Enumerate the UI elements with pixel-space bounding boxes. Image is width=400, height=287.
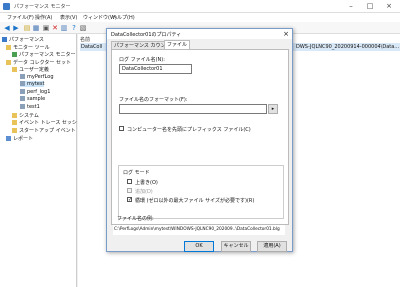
tree-node-mytest[interactable]: mytest (20, 81, 45, 87)
tree-node-performance[interactable]: パフォーマンス (2, 36, 44, 43)
collector-set-icon (20, 81, 25, 86)
app-icon (3, 3, 10, 10)
tree-node-data-collector-sets[interactable]: データ コレクター セット (6, 59, 71, 66)
view-icon[interactable]: ▧ (79, 24, 87, 32)
log-file-name-label: ログ ファイル名(N): (119, 57, 165, 63)
maximize-button[interactable]: □ (361, 1, 379, 11)
folder-icon (6, 45, 11, 50)
file-name-format-field[interactable] (119, 104, 267, 114)
menu-bar: ファイル(F) 操作(A) 表示(V) ウィンドウ(W) ヘルプ(H) (0, 13, 400, 22)
folder-icon (12, 67, 17, 72)
menu-view[interactable]: 表示(V) (60, 14, 77, 21)
report-icon (6, 136, 11, 141)
file-name-format-label: ファイル名のフォーマット(F): (119, 97, 188, 103)
tree-node-label: パフォーマンス (9, 37, 44, 43)
close-button[interactable]: × (380, 1, 398, 11)
collector-set-icon (20, 96, 25, 101)
tree-node-sample[interactable]: sample (20, 96, 45, 102)
menu-action[interactable]: 操作(A) (35, 14, 52, 21)
tab-panel-file: ログ ファイル名(N): DataCollector01 ファイル名のフォーマッ… (111, 49, 289, 225)
column-header-name[interactable]: 名前 (80, 36, 90, 43)
list-item-output: DWS-JQLNC90_20200914-000004\Data... (296, 44, 400, 50)
dialog-title: DataCollector01のプロパティ (111, 32, 182, 38)
prefix-computer-name-checkbox[interactable] (119, 126, 124, 131)
folder-icon (12, 113, 17, 118)
tree-node-reports[interactable]: レポート (6, 135, 33, 142)
tree-node-label: パフォーマンス モニター (19, 52, 76, 58)
dialog-close-icon[interactable]: × (283, 29, 289, 39)
tree-node-label: myPerfLog (27, 74, 54, 80)
tab-file[interactable]: ファイル (164, 40, 191, 49)
file-path-example-value: C:\PerfLogs\Admin\mytest\WINDOWS-JQLNC90… (113, 225, 285, 235)
folder-up-icon[interactable]: ▤ (23, 24, 31, 32)
folder-icon (12, 128, 17, 133)
tree-node-myperflog[interactable]: myPerfLog (20, 74, 54, 80)
dialog-title-bar: DataCollector01のプロパティ × (107, 29, 292, 39)
tree-node-label: ユーザー定義 (19, 67, 49, 73)
tree-node-performance-monitor[interactable]: パフォーマンス モニター (12, 51, 76, 58)
tree-node-label: sample (27, 96, 46, 102)
tree-node-system[interactable]: システム (12, 112, 39, 119)
log-mode-group: ログ モード 上書き(O) 追加(D) ✓ 循環 (ゼロ以外の最大ファイル サイ… (118, 165, 284, 219)
tree-node-label: レポート (13, 136, 34, 142)
properties-icon[interactable]: ▣ (42, 24, 50, 32)
tree-node-user-defined[interactable]: ユーザー定義 (12, 66, 49, 73)
tree-node-label: test1 (27, 104, 40, 110)
help-icon[interactable]: ? (70, 24, 78, 32)
tree-node-perf-log1[interactable]: perf_log1 (20, 89, 50, 95)
menu-file[interactable]: ファイル(F) (7, 14, 34, 21)
collector-set-icon (20, 74, 25, 79)
title-bar: パフォーマンス モニター – □ × (0, 0, 400, 13)
overwrite-label: 上書き(O) (135, 180, 158, 186)
log-file-name-field[interactable]: DataCollector01 (119, 64, 192, 74)
overwrite-checkbox[interactable] (127, 179, 132, 184)
append-checkbox[interactable] (127, 188, 132, 193)
tree-node-label: perf_log1 (27, 89, 51, 95)
forward-icon[interactable]: ▶ (12, 24, 20, 32)
circular-checkbox[interactable]: ✓ (127, 197, 132, 203)
refresh-icon[interactable]: ▥ (60, 24, 68, 32)
log-mode-label: ログ モード (123, 170, 150, 176)
back-icon[interactable]: ◀ (3, 24, 11, 32)
tree-node-label: mytest (27, 81, 45, 87)
minimize-button[interactable]: – (342, 1, 360, 11)
folder-icon (12, 120, 17, 125)
ok-button[interactable]: OK (184, 241, 214, 252)
chart-icon (12, 52, 17, 57)
performance-icon (2, 37, 7, 42)
show-hide-tree-icon[interactable]: ▦ (32, 24, 40, 32)
delete-icon[interactable]: ✕ (51, 24, 59, 32)
tree-node-event-trace-sessions[interactable]: イベント トレース セッション (12, 119, 87, 126)
list-item-name: DataColl (81, 44, 103, 50)
properties-dialog: DataCollector01のプロパティ × パフォーマンス カウンター ファ… (106, 28, 293, 252)
file-path-example-label: ファイル名の例: (117, 216, 154, 222)
window-title: パフォーマンス モニター (14, 4, 71, 10)
circular-label: 循環 (ゼロ以外の最大ファイル サイズが必要です)(R) (135, 198, 255, 204)
apply-button[interactable]: 適用(A) (257, 241, 287, 252)
folder-icon (6, 60, 11, 65)
cancel-button[interactable]: キャンセル (221, 241, 251, 252)
append-label: 追加(D) (135, 189, 153, 195)
navigation-tree: パフォーマンス モニター ツール パフォーマンス モニター データ コレクター … (0, 34, 92, 287)
tree-node-label: イベント トレース セッション (19, 120, 87, 126)
prefix-computer-name-label: コンピューター名を先頭にプレフィックス ファイル(C) (127, 127, 251, 133)
tree-node-monitor-tools[interactable]: モニター ツール (6, 44, 50, 51)
collector-set-icon (20, 104, 25, 109)
tree-node-test1[interactable]: test1 (20, 104, 40, 110)
menu-help[interactable]: ヘルプ(H) (112, 14, 135, 21)
format-options-button[interactable]: ▸ (268, 104, 278, 114)
collector-set-icon (20, 89, 25, 94)
